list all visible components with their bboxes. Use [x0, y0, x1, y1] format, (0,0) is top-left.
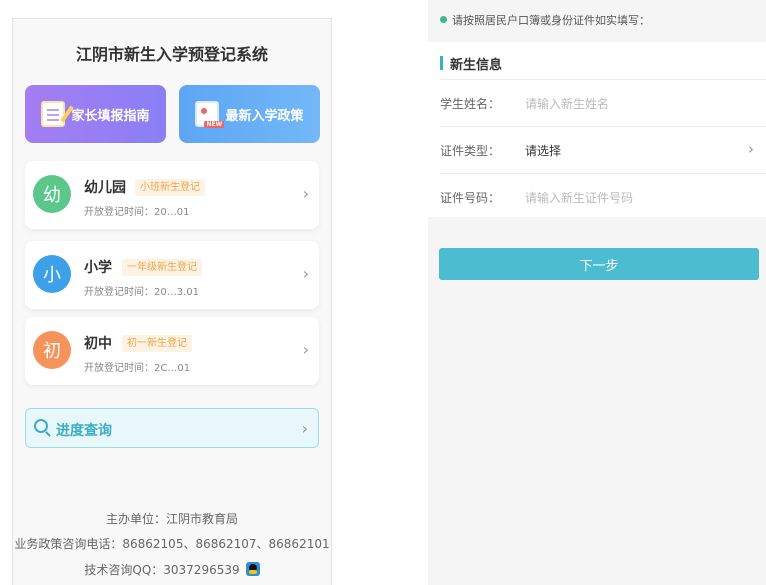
student-name-label: 学生姓名： [440, 97, 501, 111]
parent-guide-label: 家长填报指南 [71, 108, 150, 124]
kindergarten-card[interactable]: 幼 幼儿园 小班新生登记 开放登记时间：20…01 › [25, 161, 319, 229]
consult-phone-text: 业务政策咨询电话：86862105、86862107、86862101 [14, 537, 330, 551]
student-name-field[interactable]: 学生姓名： 请输入新生姓名 [440, 79, 766, 126]
junior-high-avatar: 初 [33, 331, 71, 369]
student-info-form: 新生信息 学生姓名： 请输入新生姓名 证件类型： 请选择 › 证件号码： 请输入… [428, 42, 766, 217]
chevron-right-icon: › [301, 419, 308, 438]
section-title: 新生信息 [440, 56, 503, 73]
notice-dot-icon [440, 16, 447, 23]
primary-school-open-time: 开放登记时间：20…3.01 [84, 287, 199, 298]
new-document-icon [195, 101, 225, 128]
junior-high-tag: 初一新生登记 [122, 335, 192, 352]
chevron-right-icon: › [302, 264, 309, 283]
organizer-text: 主办单位：江阴市教育局 [105, 512, 238, 526]
latest-policy-label: 最新入学政策 [225, 108, 304, 124]
id-type-select[interactable]: 请选择 [525, 142, 561, 159]
progress-query-button[interactable]: 进度查询 › [25, 408, 319, 448]
notice-text: 请按照居民户口簿或身份证件如实填写： [452, 14, 650, 27]
notice-bar: 请按照居民户口簿或身份证件如实填写： [428, 0, 766, 42]
kindergarten-tag: 小班新生登记 [135, 179, 205, 196]
id-number-input[interactable]: 请输入新生证件号码 [525, 189, 633, 206]
junior-high-open-time: 开放登记时间：2C…01 [84, 363, 191, 374]
section-accent-bar [440, 56, 443, 70]
chevron-right-icon: › [302, 184, 309, 203]
parent-guide-button[interactable]: 家长填报指南 [25, 85, 166, 143]
kindergarten-avatar: 幼 [33, 175, 71, 213]
document-edit-icon [41, 101, 66, 127]
id-type-label: 证件类型： [440, 144, 501, 158]
section-title-text: 新生信息 [450, 57, 503, 73]
primary-school-card[interactable]: 小 小学 一年级新生登记 开放登记时间：20…3.01 › [25, 241, 319, 309]
registration-form-panel: 请按照居民户口簿或身份证件如实填写： 新生信息 学生姓名： 请输入新生姓名 证件… [428, 0, 766, 585]
progress-query-label: 进度查询 [56, 423, 112, 439]
tech-qq-line: 技术咨询QQ：3037296539 [13, 561, 331, 578]
id-number-label: 证件号码： [440, 191, 501, 205]
search-icon [34, 419, 48, 433]
kindergarten-name: 幼儿园 [84, 180, 126, 196]
primary-school-name: 小学 [84, 260, 112, 276]
chevron-right-icon: › [748, 140, 754, 158]
screen: 江阴市新生入学预登记系统 家长填报指南 最新入学政策 幼 幼儿园 小班新生登记 … [0, 0, 766, 585]
home-panel: 江阴市新生入学预登记系统 家长填报指南 最新入学政策 幼 幼儿园 小班新生登记 … [12, 18, 332, 585]
id-type-field[interactable]: 证件类型： 请选择 › [440, 126, 766, 173]
student-name-input[interactable]: 请输入新生姓名 [525, 95, 609, 112]
id-number-field[interactable]: 证件号码： 请输入新生证件号码 [440, 173, 766, 220]
next-step-button[interactable]: 下一步 [439, 248, 759, 280]
chevron-right-icon: › [302, 340, 309, 359]
qq-penguin-icon[interactable] [245, 562, 260, 576]
junior-high-card[interactable]: 初 初中 初一新生登记 开放登记时间：2C…01 › [25, 317, 319, 385]
primary-school-avatar: 小 [33, 255, 71, 293]
page-title: 江阴市新生入学预登记系统 [75, 45, 268, 64]
junior-high-name: 初中 [84, 336, 112, 352]
primary-school-tag: 一年级新生登记 [122, 259, 202, 276]
tech-qq-text: 技术咨询QQ：3037296539 [84, 563, 240, 577]
latest-policy-button[interactable]: 最新入学政策 [179, 85, 320, 143]
kindergarten-open-time: 开放登记时间：20…01 [84, 207, 190, 218]
